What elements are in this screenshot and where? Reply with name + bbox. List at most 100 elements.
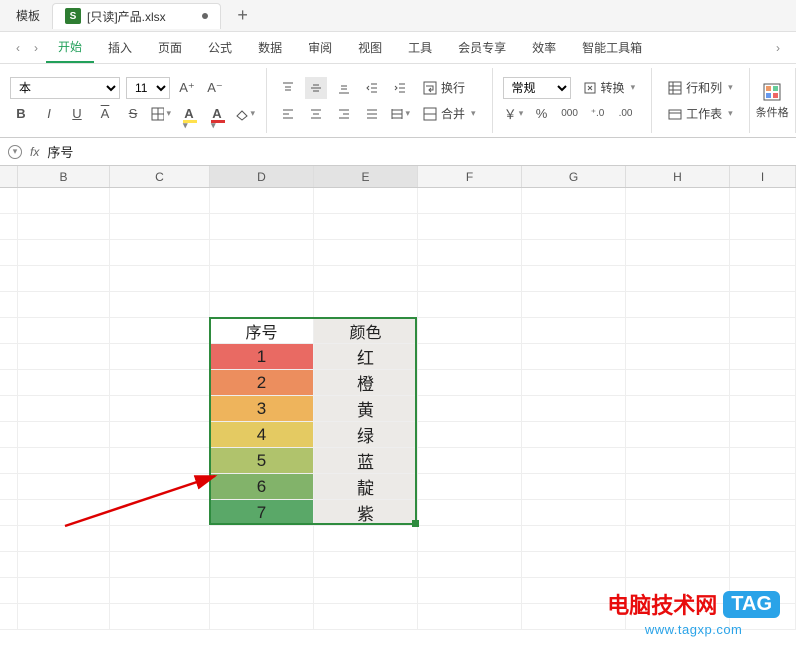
cell[interactable] (314, 214, 418, 240)
ribbon-condfmt-group[interactable]: 条件格 (750, 68, 796, 133)
col-header-G[interactable]: G (522, 166, 626, 187)
cell[interactable]: 6 (210, 474, 314, 500)
col-header-H[interactable]: H (626, 166, 730, 187)
cell[interactable] (418, 292, 522, 318)
cell[interactable]: 橙 (314, 370, 418, 396)
cell[interactable]: 5 (210, 448, 314, 474)
menu-page[interactable]: 页面 (146, 33, 194, 62)
cell[interactable]: 4 (210, 422, 314, 448)
cell[interactable] (110, 396, 210, 422)
cell[interactable] (210, 240, 314, 266)
cell[interactable] (626, 266, 730, 292)
cell[interactable] (522, 214, 626, 240)
cell[interactable] (110, 526, 210, 552)
cell[interactable] (18, 448, 110, 474)
fill-color-button[interactable]: A (178, 103, 200, 125)
decimal-decrease-button[interactable]: .00 (615, 103, 637, 125)
align-bottom-icon[interactable] (333, 77, 355, 99)
cell[interactable] (18, 604, 110, 630)
thousands-button[interactable]: 000 (559, 103, 581, 125)
formula-value[interactable]: 序号 (47, 142, 73, 161)
chevron-right-icon[interactable]: › (28, 41, 44, 55)
cell[interactable] (522, 396, 626, 422)
cell[interactable] (418, 344, 522, 370)
cell[interactable] (522, 266, 626, 292)
menu-smart-tools[interactable]: 智能工具箱 (570, 33, 654, 62)
cell[interactable] (418, 240, 522, 266)
indent-increase-icon[interactable] (389, 77, 411, 99)
currency-button[interactable]: ￥ (503, 103, 525, 125)
cell[interactable] (18, 188, 110, 214)
cell[interactable] (730, 552, 796, 578)
cell[interactable] (110, 604, 210, 630)
convert-button[interactable]: 转换 (577, 77, 642, 99)
align-right-icon[interactable] (333, 103, 355, 125)
cell[interactable] (418, 526, 522, 552)
menu-view[interactable]: 视图 (346, 33, 394, 62)
col-header-F[interactable]: F (418, 166, 522, 187)
cell[interactable] (730, 344, 796, 370)
cell[interactable] (0, 318, 18, 344)
cell[interactable] (730, 474, 796, 500)
merge-cells-button[interactable]: 合并 (417, 103, 482, 125)
cell[interactable] (0, 500, 18, 526)
cell[interactable] (418, 318, 522, 344)
cell[interactable] (626, 318, 730, 344)
cell[interactable] (18, 474, 110, 500)
increase-font-icon[interactable]: A⁺ (176, 77, 198, 99)
cell[interactable] (0, 266, 18, 292)
col-header-E[interactable]: E (314, 166, 418, 187)
cell[interactable] (18, 396, 110, 422)
cell[interactable] (314, 188, 418, 214)
fx-icon[interactable]: fx (30, 145, 39, 159)
highlight-button[interactable] (234, 103, 256, 125)
menu-efficiency[interactable]: 效率 (520, 33, 568, 62)
cell[interactable] (522, 422, 626, 448)
cell[interactable] (210, 526, 314, 552)
cell[interactable] (0, 448, 18, 474)
cell[interactable] (730, 318, 796, 344)
underline-button[interactable]: U (66, 103, 88, 125)
italic-button[interactable]: I (38, 103, 60, 125)
cell[interactable] (626, 500, 730, 526)
cell[interactable] (626, 552, 730, 578)
cell[interactable] (730, 292, 796, 318)
cell[interactable]: 黄 (314, 396, 418, 422)
cell[interactable]: 靛 (314, 474, 418, 500)
cell[interactable] (110, 422, 210, 448)
cell[interactable] (0, 396, 18, 422)
cell[interactable] (418, 266, 522, 292)
cell[interactable]: 红 (314, 344, 418, 370)
cell[interactable] (418, 578, 522, 604)
cell-grid[interactable]: 序号颜色1红2橙3黄4绿5蓝6靛7紫 (0, 188, 796, 630)
cell[interactable] (522, 240, 626, 266)
cell[interactable] (730, 370, 796, 396)
cell[interactable] (0, 188, 18, 214)
menu-overflow-icon[interactable]: › (770, 41, 786, 55)
worksheet-button[interactable]: 工作表 (662, 103, 739, 125)
rows-cols-button[interactable]: 行和列 (662, 77, 739, 99)
distribute-icon[interactable] (389, 103, 411, 125)
cell[interactable]: 7 (210, 500, 314, 526)
cell[interactable] (18, 318, 110, 344)
cell[interactable] (522, 474, 626, 500)
cell[interactable] (522, 370, 626, 396)
cell[interactable] (18, 422, 110, 448)
cell[interactable] (18, 552, 110, 578)
cell[interactable] (314, 266, 418, 292)
cell[interactable] (0, 578, 18, 604)
cell[interactable] (522, 188, 626, 214)
cell[interactable] (210, 188, 314, 214)
decimal-increase-button[interactable]: ⁺.0 (587, 103, 609, 125)
menu-review[interactable]: 审阅 (296, 33, 344, 62)
cell[interactable] (730, 500, 796, 526)
cell[interactable] (210, 552, 314, 578)
cell[interactable] (0, 552, 18, 578)
cell[interactable] (210, 292, 314, 318)
cell[interactable] (0, 240, 18, 266)
number-format-select[interactable]: 常规 (503, 77, 571, 99)
cell[interactable] (110, 266, 210, 292)
font-name-select[interactable]: 本 (10, 77, 120, 99)
cell[interactable]: 绿 (314, 422, 418, 448)
cell[interactable] (110, 578, 210, 604)
